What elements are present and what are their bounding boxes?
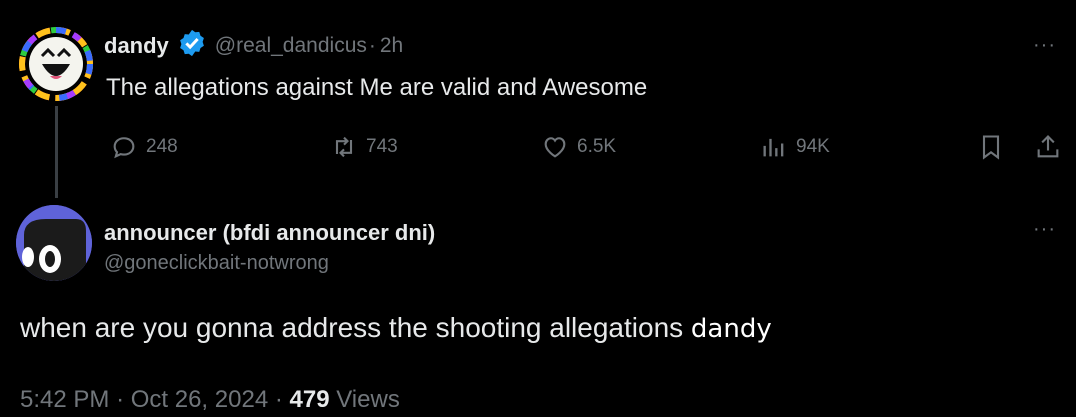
like-count: 6.5K [577, 136, 617, 157]
repost-button[interactable]: 743 [330, 133, 398, 161]
tweet-more-icon[interactable]: ··· [1033, 34, 1056, 57]
reply-display-name[interactable]: announcer (bfdi announcer dni) [104, 220, 435, 246]
meta-dot-1: · [116, 386, 125, 413]
tweet-text: The allegations against Me are valid and… [106, 74, 648, 101]
tweet-header: dandy @real_dandicus · 2h [104, 28, 403, 63]
dandy-avatar-image [19, 27, 93, 101]
reply-views-count: 479 [289, 386, 330, 413]
like-icon [544, 137, 566, 158]
views-count: 94K [796, 136, 830, 157]
reply-views-label: Views [336, 386, 400, 413]
share-icon [1037, 135, 1059, 158]
reply-time[interactable]: 5:42 PM [20, 386, 109, 413]
reply-text-extra: dandy [690, 314, 772, 344]
meta-dot-2: · [274, 386, 283, 413]
views-icon [763, 138, 784, 157]
like-button[interactable]: 6.5K [541, 133, 616, 161]
reply-text-main: when are you gonna address the shooting … [20, 312, 684, 343]
tweet-handle[interactable]: @real_dandicus [215, 34, 367, 58]
repost-icon [335, 136, 353, 158]
verified-badge-icon [177, 28, 207, 63]
reply-count: 248 [146, 136, 178, 157]
reply-icon [113, 137, 135, 159]
bookmark-icon [982, 135, 1000, 160]
tweet-time[interactable]: 2h [380, 34, 403, 58]
reply-date[interactable]: Oct 26, 2024 [131, 386, 268, 413]
reply-meta: 5:42 PM · Oct 26, 2024 · 479 Views [20, 386, 400, 414]
tweet-separator: · [368, 33, 376, 57]
views-button[interactable]: 94K [760, 133, 830, 161]
repost-count: 743 [366, 136, 398, 157]
announcer-avatar[interactable] [16, 205, 92, 281]
reply-more-icon[interactable]: ··· [1033, 218, 1056, 241]
reply-text: when are you gonna address the shooting … [20, 312, 772, 344]
reply-handle[interactable]: @goneclickbait-notwrong [104, 252, 329, 275]
announcer-avatar-image [16, 205, 92, 281]
bookmark-button[interactable] [977, 133, 1005, 161]
thread-connector [55, 106, 58, 198]
tweet-display-name[interactable]: dandy [104, 33, 169, 59]
reply-button[interactable]: 248 [110, 133, 178, 161]
share-button[interactable] [1034, 133, 1062, 161]
dandy-avatar[interactable] [18, 26, 94, 102]
